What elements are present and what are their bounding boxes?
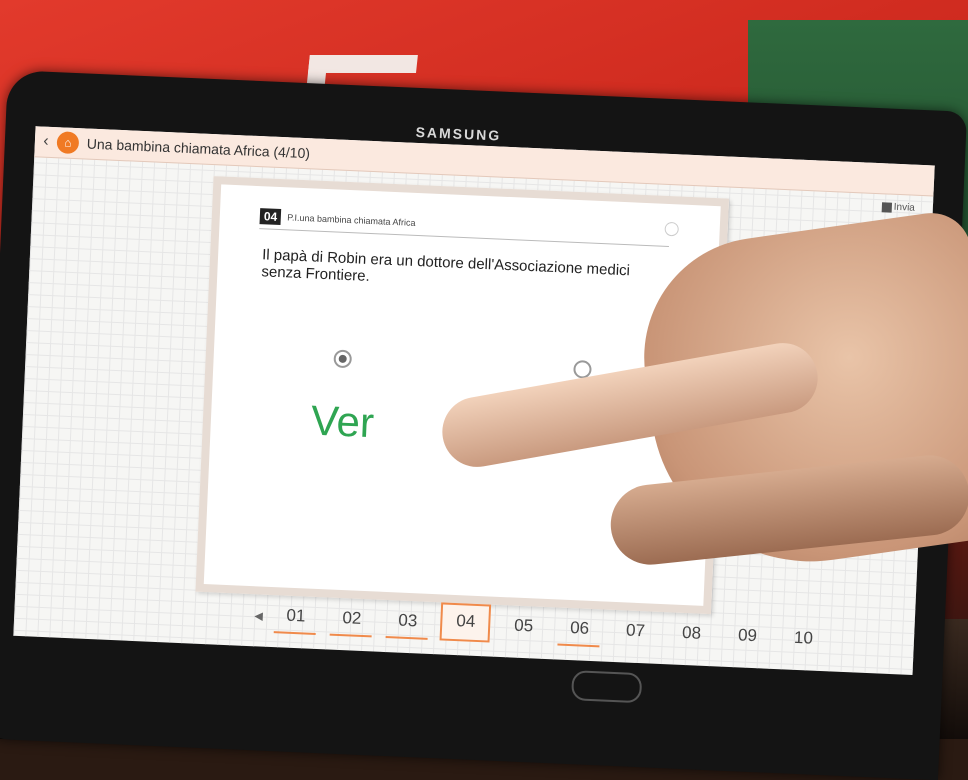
- page-07[interactable]: 07: [612, 614, 659, 650]
- page-10[interactable]: 10: [780, 621, 827, 657]
- radio-true[interactable]: [333, 349, 353, 369]
- question-source: P.I.una bambina chiamata Africa: [286, 212, 416, 228]
- page-06[interactable]: 06: [556, 611, 603, 647]
- page-05[interactable]: 05: [500, 609, 547, 645]
- page-02[interactable]: 02: [328, 602, 375, 638]
- send-button[interactable]: Invia: [881, 201, 916, 214]
- home-button[interactable]: [571, 670, 643, 704]
- pager-prev-icon[interactable]: ◀: [254, 609, 263, 632]
- app-logo-icon: ⌂: [56, 131, 80, 155]
- circle-icon: [664, 221, 679, 237]
- back-button[interactable]: ‹: [35, 132, 58, 151]
- device-brand: SAMSUNG: [415, 123, 502, 144]
- send-icon: [881, 201, 892, 213]
- question-text: Il papà di Robin era un dottore dell'Ass…: [261, 246, 631, 285]
- send-label: Invia: [893, 201, 916, 214]
- page-03[interactable]: 03: [384, 604, 431, 640]
- question-number: 04: [259, 208, 282, 226]
- app-title: Una bambina chiamata Africa (4/10): [86, 135, 311, 162]
- option-true-label[interactable]: Ver: [310, 397, 375, 448]
- page-01[interactable]: 01: [272, 599, 319, 635]
- page-09[interactable]: 09: [724, 619, 771, 655]
- page-04[interactable]: 04: [440, 602, 492, 643]
- question-header: 04 P.I.una bambina chiamata Africa: [259, 208, 670, 247]
- page-08[interactable]: 08: [668, 616, 715, 652]
